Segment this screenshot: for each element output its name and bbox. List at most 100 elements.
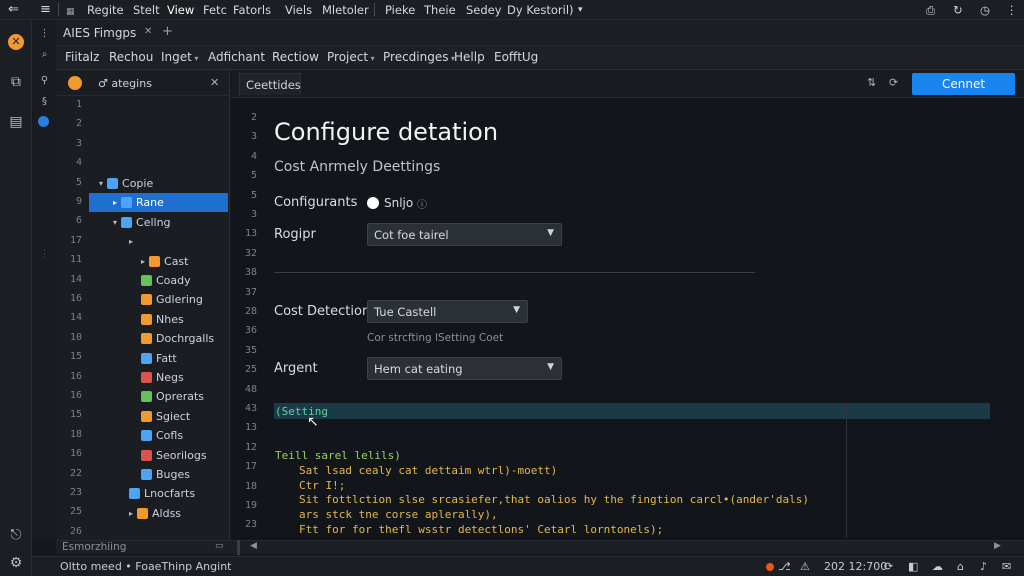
- editor-tab[interactable]: Ceettides: [239, 73, 301, 95]
- status-bar: Oltto meed • FoaeThinp Angint ⎇ ⚠ 202 12…: [32, 556, 1024, 576]
- scroll-right-icon[interactable]: ▶: [994, 541, 1001, 551]
- layout-icon[interactable]: ◧: [908, 560, 918, 573]
- chevron-icon[interactable]: ▸: [129, 509, 133, 518]
- tree-item[interactable]: Negs: [89, 368, 228, 387]
- status-text[interactable]: Oltto meed • FoaeThinp Angint: [60, 560, 231, 573]
- splitter-handle[interactable]: [237, 540, 240, 555]
- logo-icon[interactable]: ✕: [6, 32, 26, 52]
- title-menu-edit[interactable]: ▦: [66, 3, 75, 17]
- menu-item-0[interactable]: Fiitalz: [65, 50, 99, 64]
- chevron-icon[interactable]: ▾: [113, 218, 117, 227]
- explorer-icon[interactable]: ⧉: [6, 72, 26, 92]
- tree-item[interactable]: ▾ Copie: [89, 174, 228, 193]
- resize-handle-icon[interactable]: ⋮: [38, 248, 51, 261]
- title-menu-9[interactable]: Sedey: [466, 3, 502, 17]
- sync-icon[interactable]: ↻: [953, 3, 963, 17]
- info-icon[interactable]: ⓘ: [417, 196, 427, 211]
- tree-item[interactable]: ▾ Cellng: [89, 213, 228, 232]
- chevron-icon[interactable]: ▸: [113, 198, 117, 207]
- tree-item[interactable]: Gdlering: [89, 290, 228, 309]
- status-time[interactable]: 202 12:700: [824, 560, 887, 573]
- region-select[interactable]: Cot foe tairel ▼: [367, 223, 562, 246]
- menu-icon[interactable]: ≡: [40, 2, 51, 17]
- home-icon[interactable]: ⌂: [957, 560, 964, 573]
- back-icon[interactable]: ⇐: [8, 2, 19, 17]
- menu-item-3[interactable]: Adfichant: [208, 50, 265, 64]
- tree-item[interactable]: ▸ Aldss: [89, 504, 228, 523]
- chevron-icon[interactable]: ▸: [129, 237, 133, 246]
- tree-item[interactable]: Oprerats: [89, 387, 228, 406]
- menu-item-6[interactable]: Precdinges ▾: [383, 50, 455, 64]
- file-icon: ▦: [66, 7, 75, 17]
- panel-close-icon[interactable]: ▭: [215, 541, 224, 551]
- menu-item-2[interactable]: Inget ▾: [161, 50, 198, 64]
- mail-icon[interactable]: ✉: [1002, 560, 1011, 573]
- line-number: 5: [75, 176, 82, 188]
- notification-icon[interactable]: ◷: [980, 3, 990, 17]
- tree-item-label: Negs: [156, 371, 184, 384]
- menu-item-7[interactable]: Hellp: [454, 50, 485, 64]
- tree-item[interactable]: ▸ Rane: [89, 193, 228, 213]
- bell-icon[interactable]: ♪: [980, 560, 987, 573]
- chevron-icon[interactable]: ▸: [141, 257, 145, 266]
- tree-item[interactable]: Cofls: [89, 426, 228, 445]
- chevron-down-icon[interactable]: ▾: [578, 5, 583, 15]
- title-menu-5[interactable]: Viels: [285, 3, 312, 17]
- tree-item[interactable]: Coady: [89, 271, 228, 290]
- more-icon[interactable]: ⋮: [1006, 3, 1018, 17]
- save-icon[interactable]: ⎙: [926, 3, 935, 18]
- chevron-icon[interactable]: ▾: [99, 179, 103, 188]
- title-menu-4[interactable]: Fatorls: [233, 3, 271, 17]
- close-icon[interactable]: ✕: [210, 76, 219, 89]
- search-icon[interactable]: ⌕: [38, 48, 51, 61]
- tree-item[interactable]: Seorilogs: [89, 446, 228, 465]
- title-menu-3[interactable]: Fetc: [203, 3, 227, 17]
- account-icon[interactable]: ⎋: [6, 525, 26, 545]
- menu-item-8[interactable]: EofftUg: [494, 50, 538, 64]
- title-menu-7[interactable]: Pieke: [385, 3, 415, 17]
- cost-detection-select[interactable]: Tue Castell ▼: [367, 300, 528, 323]
- close-icon[interactable]: ✕: [144, 26, 152, 37]
- sync-status-icon[interactable]: ⟳: [884, 560, 893, 573]
- title-menu-6[interactable]: Mletoler: [322, 3, 369, 17]
- branch-icon[interactable]: ⎇: [778, 560, 791, 573]
- menu-item-5[interactable]: Project ▾: [327, 50, 375, 64]
- cloud-icon[interactable]: ☁: [932, 560, 943, 573]
- source-control-icon[interactable]: ⚲: [38, 74, 51, 87]
- tree-item[interactable]: Buges: [89, 465, 228, 484]
- title-menu-8[interactable]: Theie: [424, 3, 456, 17]
- title-menu-2[interactable]: View: [167, 3, 194, 17]
- title-menu-1[interactable]: Stelt: [133, 3, 160, 17]
- scroll-left-icon[interactable]: ◀: [250, 541, 257, 551]
- app-logo-icon: [68, 76, 82, 90]
- menu-item-4[interactable]: Rectiow: [272, 50, 319, 64]
- extensions-icon[interactable]: ▤: [6, 112, 26, 132]
- radio-button[interactable]: [367, 197, 379, 209]
- tree-item[interactable]: Lnocfarts: [89, 484, 228, 503]
- line-number: 3: [75, 137, 82, 149]
- tree-item[interactable]: Dochrgalls: [89, 329, 228, 348]
- refresh-icon[interactable]: ⟳: [889, 76, 898, 89]
- debug-icon[interactable]: §: [38, 95, 51, 108]
- line-number: 17: [69, 234, 82, 246]
- tree-item[interactable]: Nhes: [89, 310, 228, 329]
- agent-select[interactable]: Hem cat eating ▼: [367, 357, 562, 380]
- new-tab-button[interactable]: +: [162, 24, 173, 39]
- split-icon[interactable]: ⇅: [867, 76, 876, 89]
- tree-item[interactable]: ▸ Cast: [89, 252, 228, 271]
- settings-icon[interactable]: ⚙: [6, 553, 26, 573]
- menu-item-1[interactable]: Rechou: [109, 50, 153, 64]
- tree-item-label: Fatt: [156, 351, 177, 365]
- workspace-tab[interactable]: AIES Fimgps: [63, 26, 136, 40]
- pin-icon[interactable]: ⋮: [38, 27, 51, 40]
- tree-item[interactable]: Fatt: [89, 349, 228, 368]
- tree-item[interactable]: Sgiect: [89, 407, 228, 426]
- panel-label[interactable]: Esmorzhiing: [62, 541, 126, 553]
- title-menu-10[interactable]: Dy Kestoril): [507, 3, 574, 17]
- globe-icon[interactable]: [38, 116, 51, 129]
- tree-item[interactable]: ▸: [89, 232, 228, 251]
- warning-icon[interactable]: ⚠: [800, 560, 810, 573]
- connect-button[interactable]: Cennet: [912, 73, 1015, 95]
- gutter-number: 19: [244, 500, 257, 511]
- title-menu-0[interactable]: Regite: [87, 3, 124, 17]
